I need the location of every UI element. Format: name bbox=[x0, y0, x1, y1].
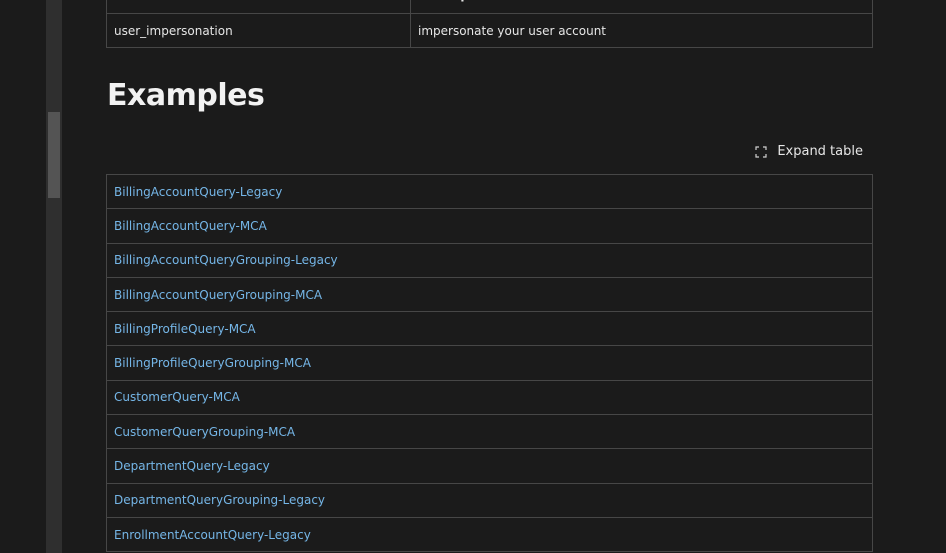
table-row: user_impersonation impersonate your user… bbox=[106, 13, 873, 48]
example-link[interactable]: DepartmentQueryGrouping-Legacy bbox=[114, 493, 325, 507]
example-link[interactable]: EnrollmentAccountQuery-Legacy bbox=[114, 528, 311, 542]
example-link[interactable]: BillingAccountQuery-Legacy bbox=[114, 185, 282, 199]
table-header-row: Name Description bbox=[106, 0, 873, 14]
expand-table-button[interactable]: Expand table bbox=[755, 144, 863, 159]
examples-heading: Examples bbox=[107, 78, 265, 113]
table-row: BillingProfileQueryGrouping-MCA bbox=[106, 345, 873, 381]
example-link[interactable]: BillingAccountQueryGrouping-MCA bbox=[114, 288, 322, 302]
table-row: CustomerQueryGrouping-MCA bbox=[106, 414, 873, 450]
example-link[interactable]: BillingProfileQuery-MCA bbox=[114, 322, 256, 336]
column-header-description: Description bbox=[410, 0, 873, 14]
table-row: BillingAccountQueryGrouping-Legacy bbox=[106, 242, 873, 278]
table-row: CustomerQuery-MCA bbox=[106, 379, 873, 416]
expand-icon bbox=[755, 145, 767, 158]
permissions-table: Name Description user_impersonation impe… bbox=[106, 0, 873, 48]
table-row: BillingAccountQuery-MCA bbox=[106, 208, 873, 244]
example-link[interactable]: BillingAccountQueryGrouping-Legacy bbox=[114, 253, 338, 267]
scrollbar-thumb[interactable] bbox=[48, 112, 60, 198]
permission-description: impersonate your user account bbox=[410, 13, 873, 48]
scrollbar-track[interactable] bbox=[46, 0, 62, 553]
example-link[interactable]: CustomerQuery-MCA bbox=[114, 390, 240, 404]
examples-table: BillingAccountQuery-Legacy BillingAccoun… bbox=[106, 173, 873, 553]
table-row: EnrollmentAccountQuery-Legacy bbox=[106, 516, 873, 553]
table-row: BillingAccountQueryGrouping-MCA bbox=[106, 276, 873, 313]
example-link[interactable]: BillingAccountQuery-MCA bbox=[114, 219, 267, 233]
table-row: BillingProfileQuery-MCA bbox=[106, 311, 873, 347]
table-row: DepartmentQuery-Legacy bbox=[106, 448, 873, 484]
expand-table-label: Expand table bbox=[777, 144, 863, 159]
example-link[interactable]: CustomerQueryGrouping-MCA bbox=[114, 425, 295, 439]
example-link[interactable]: BillingProfileQueryGrouping-MCA bbox=[114, 356, 311, 370]
table-row: BillingAccountQuery-Legacy bbox=[106, 173, 873, 210]
example-link[interactable]: DepartmentQuery-Legacy bbox=[114, 459, 270, 473]
table-row: DepartmentQueryGrouping-Legacy bbox=[106, 482, 873, 518]
permission-name: user_impersonation bbox=[106, 13, 411, 48]
column-header-name: Name bbox=[106, 0, 411, 14]
